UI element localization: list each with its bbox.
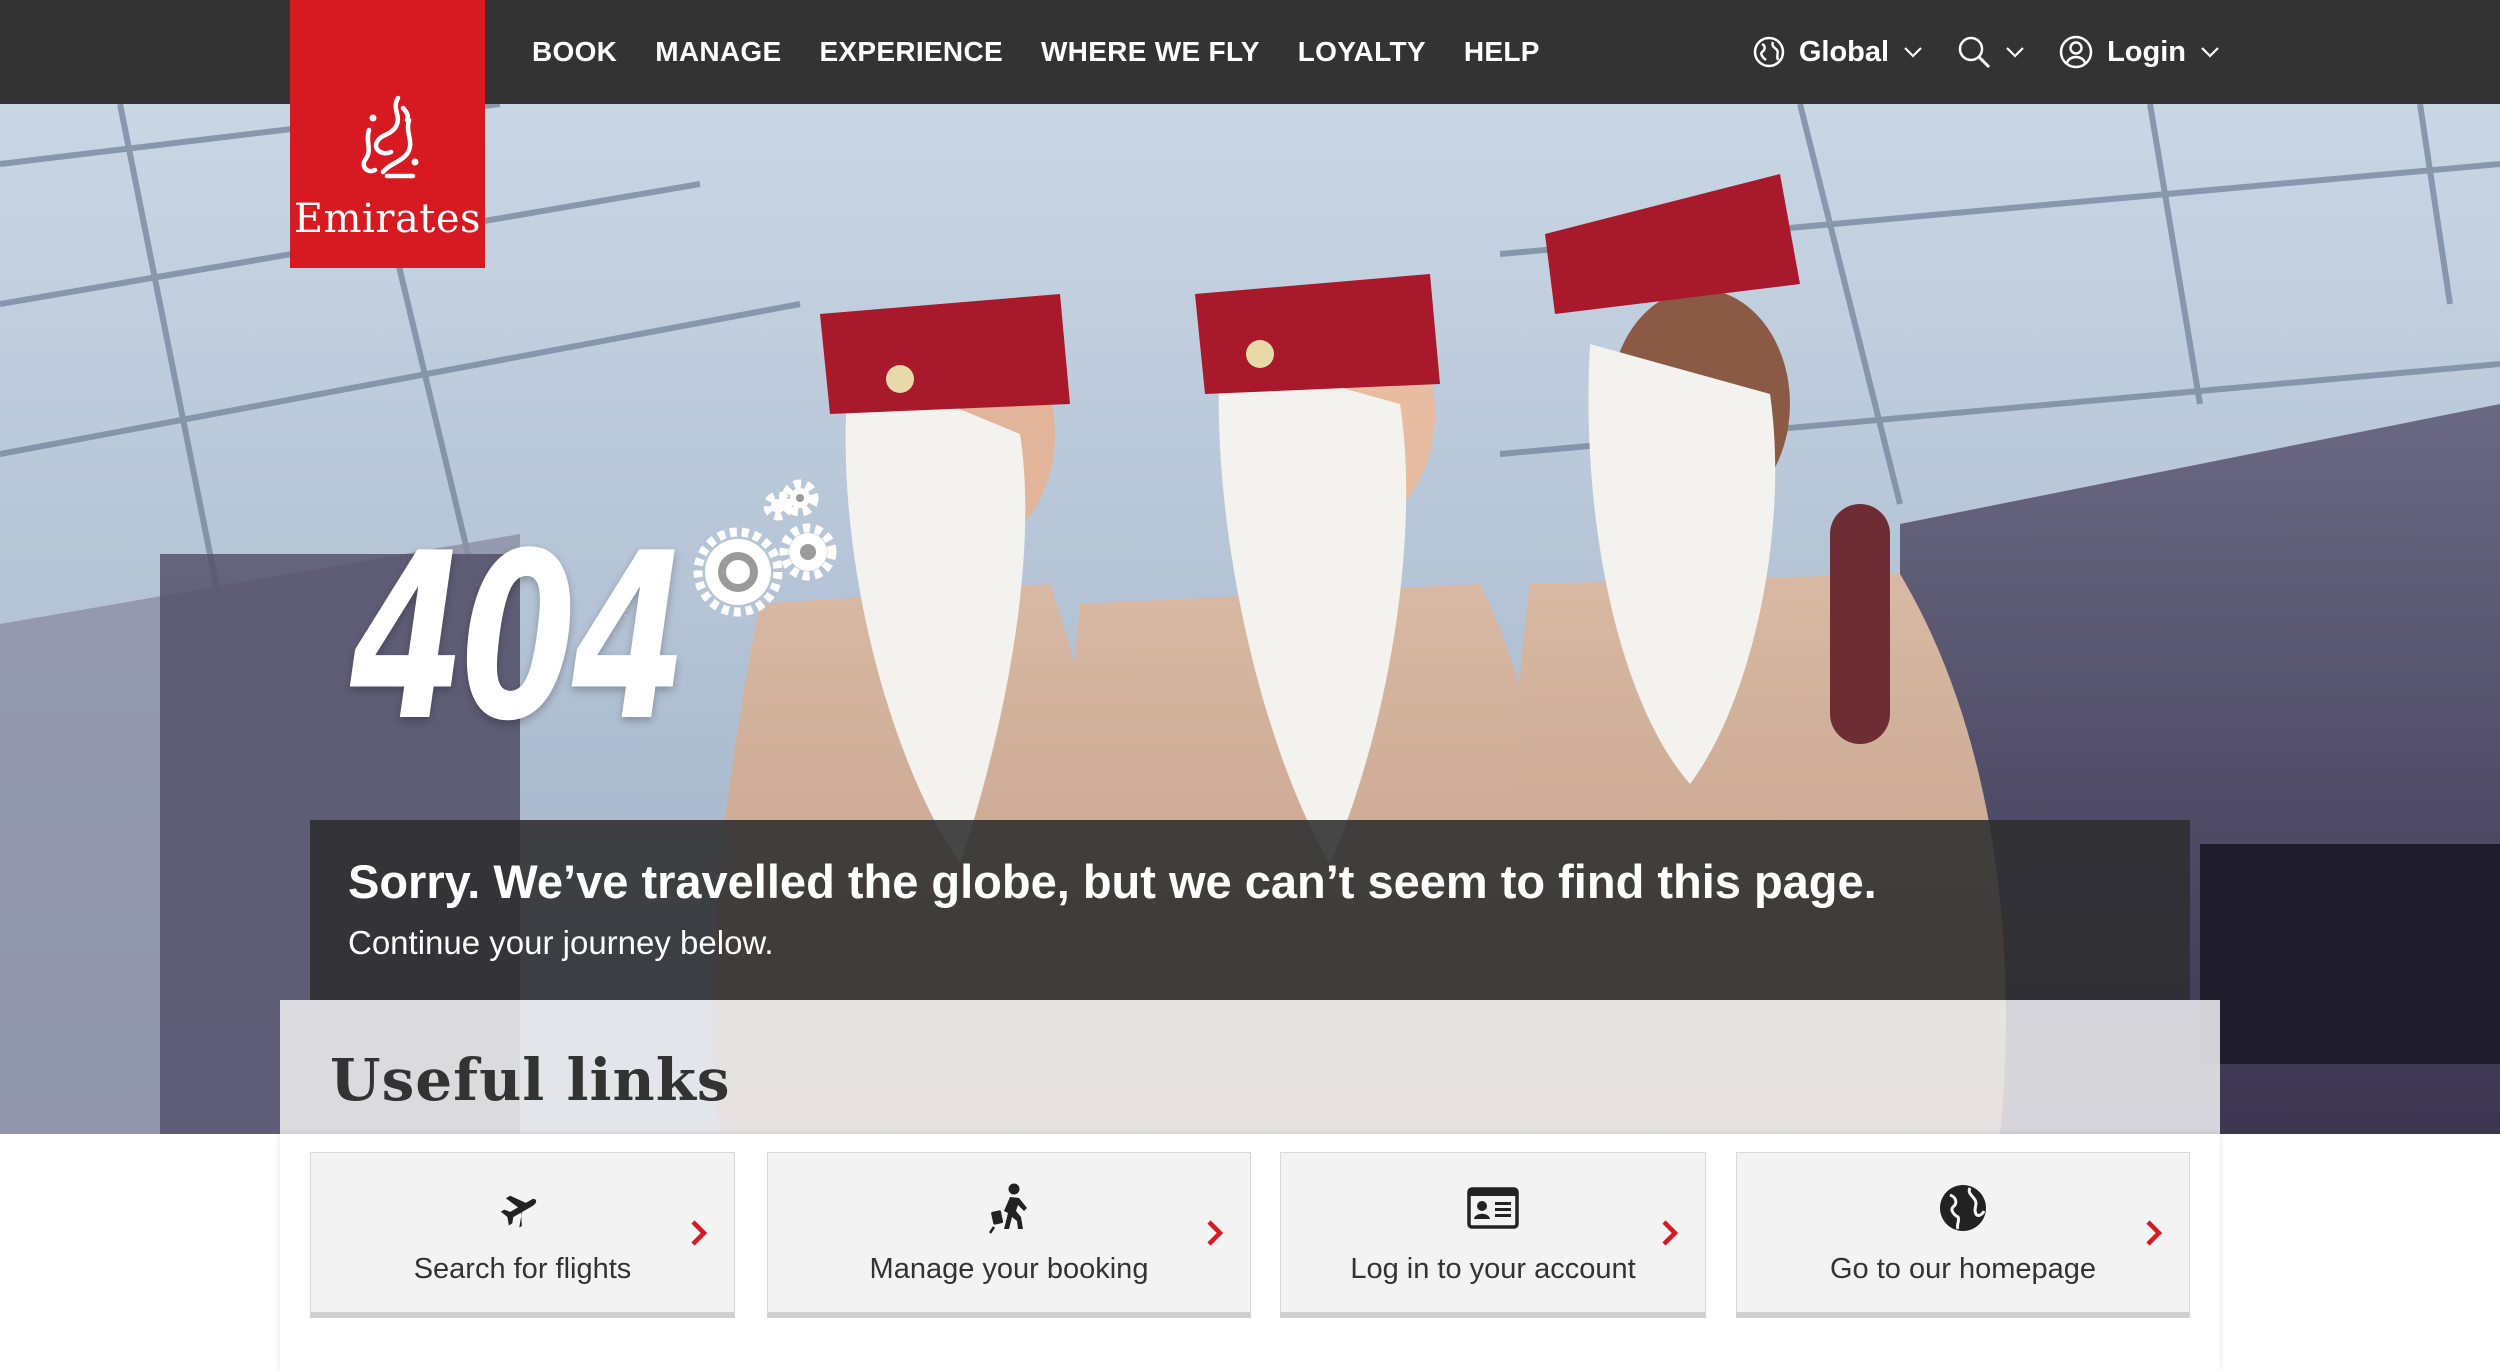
- useful-links-header: Useful links: [280, 1000, 2220, 1134]
- nav-item-experience[interactable]: EXPERIENCE: [819, 36, 1003, 68]
- region-label: Global: [1798, 35, 1890, 68]
- user-icon: [2059, 35, 2093, 69]
- error-code: 404: [350, 479, 837, 772]
- link-search-flights-label: Search for flights: [413, 1253, 632, 1285]
- chevron-right-icon: [1662, 1220, 1679, 1246]
- link-manage-booking[interactable]: Manage your booking: [767, 1152, 1251, 1318]
- link-homepage-label: Go to our homepage: [1829, 1253, 2096, 1285]
- error-title: Sorry. We’ve travelled the globe, but we…: [348, 855, 1877, 908]
- chevron-right-icon: [691, 1220, 708, 1246]
- search-icon: [1958, 36, 1991, 69]
- link-manage-booking-label: Manage your booking: [869, 1253, 1149, 1285]
- useful-links-list: Search for flights Manage your booking L…: [280, 1134, 2220, 1370]
- search-toggle[interactable]: [1957, 35, 2025, 69]
- error-number: 404: [350, 505, 687, 772]
- utility-menu: Global Login: [1753, 0, 2220, 104]
- useful-links-heading: Useful links: [330, 1046, 731, 1114]
- error-subtitle: Continue your journey below.: [348, 924, 774, 962]
- region-selector[interactable]: Global: [1753, 36, 1923, 69]
- link-login-account-label: Log in to your account: [1350, 1253, 1636, 1285]
- error-message-panel: Sorry. We’ve travelled the globe, but we…: [310, 820, 2190, 1000]
- login-label: Login: [2107, 35, 2186, 68]
- emirates-logo[interactable]: Emirates: [290, 0, 485, 268]
- gears-icon: [693, 479, 837, 617]
- link-search-flights[interactable]: Search for flights: [310, 1152, 735, 1318]
- useful-links-panel: Useful links Search for flights Manage y…: [280, 1000, 2220, 1370]
- chevron-down-icon: [1904, 47, 1922, 58]
- airplane-icon: [500, 1195, 536, 1230]
- chevron-right-icon: [2146, 1220, 2163, 1246]
- main-menu: BOOK MANAGE EXPERIENCE WHERE WE FLY LOYA…: [532, 0, 1540, 104]
- nav-item-book[interactable]: BOOK: [532, 36, 617, 68]
- nav-item-manage[interactable]: MANAGE: [655, 36, 781, 68]
- emirates-calligraphy-icon: [361, 95, 418, 179]
- globe-icon: [1753, 36, 1785, 68]
- chevron-down-icon: [2201, 47, 2219, 58]
- brand-name: Emirates: [293, 196, 482, 242]
- link-login-account[interactable]: Log in to your account: [1280, 1152, 1706, 1318]
- login-menu[interactable]: Login: [2059, 35, 2220, 69]
- nav-item-where-we-fly[interactable]: WHERE WE FLY: [1041, 36, 1260, 68]
- id-card-icon: [1467, 1187, 1519, 1229]
- chevron-right-icon: [1207, 1220, 1224, 1246]
- chevron-down-icon: [2006, 47, 2024, 58]
- link-homepage[interactable]: Go to our homepage: [1736, 1152, 2190, 1318]
- nav-item-loyalty[interactable]: LOYALTY: [1298, 36, 1426, 68]
- globe-icon: [1940, 1185, 1986, 1231]
- traveller-icon: [988, 1183, 1027, 1234]
- nav-item-help[interactable]: HELP: [1464, 36, 1540, 68]
